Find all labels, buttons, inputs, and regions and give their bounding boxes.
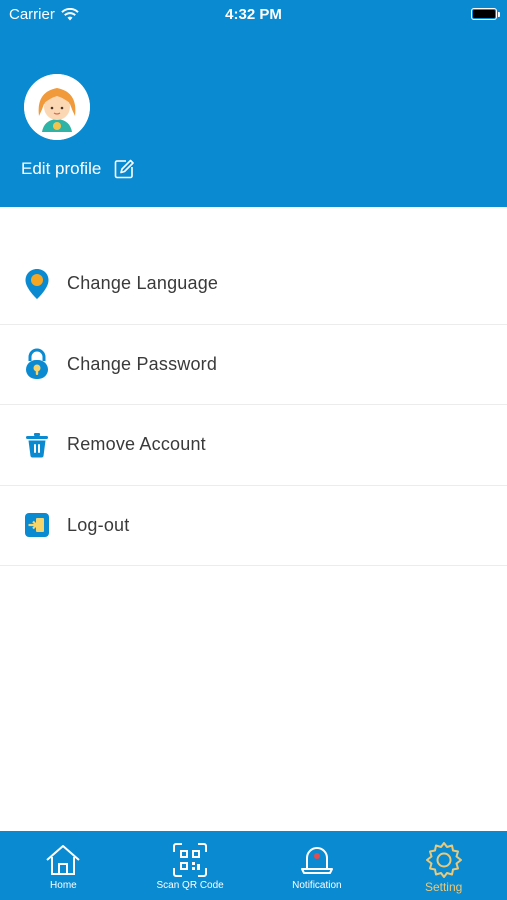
edit-profile-button[interactable]: Edit profile — [21, 158, 135, 180]
edit-profile-label: Edit profile — [21, 159, 102, 178]
menu-item-remove-account[interactable]: Remove Account — [0, 405, 507, 486]
clock: 4:32 PM — [225, 6, 282, 23]
home-icon — [44, 841, 82, 879]
tab-notification[interactable]: Notification — [254, 831, 381, 900]
location-pin-icon — [23, 267, 51, 301]
edit-icon — [115, 159, 135, 179]
menu-item-change-password[interactable]: Change Password — [0, 325, 507, 405]
bell-icon — [298, 841, 336, 879]
tab-home[interactable]: Home — [0, 831, 127, 900]
tab-label: Home — [50, 880, 77, 891]
tab-label: Notification — [292, 880, 342, 891]
menu-item-logout[interactable]: Log-out — [0, 486, 507, 566]
tab-label: Setting — [424, 880, 463, 894]
tab-scan-qr[interactable]: Scan QR Code — [127, 831, 254, 900]
qr-scan-icon — [171, 841, 209, 879]
trash-icon — [23, 428, 51, 462]
menu-item-label: Remove Account — [67, 434, 206, 455]
settings-screen: Carrier 4:32 PM Edit profile Change Lang… — [0, 0, 507, 900]
status-bar: Carrier 4:32 PM — [0, 0, 507, 30]
tab-bar: Home Scan QR Code Notification Setting — [0, 831, 507, 900]
logout-icon — [23, 508, 51, 542]
menu-item-label: Change Password — [67, 353, 218, 374]
tab-label: Scan QR Code — [156, 880, 224, 891]
menu-item-label: Change Language — [67, 273, 219, 294]
avatar[interactable] — [24, 74, 90, 140]
girl-avatar-icon — [24, 74, 90, 140]
battery-icon — [471, 8, 500, 20]
menu-item-change-language[interactable]: Change Language — [0, 244, 507, 325]
lock-icon — [23, 347, 51, 381]
profile-header: Carrier 4:32 PM Edit profile — [0, 0, 507, 207]
menu-item-label: Log-out — [67, 514, 130, 535]
settings-menu: Change Language Change Password Remove A… — [0, 244, 507, 566]
tab-setting[interactable]: Setting — [380, 831, 507, 900]
gear-icon — [425, 841, 463, 879]
